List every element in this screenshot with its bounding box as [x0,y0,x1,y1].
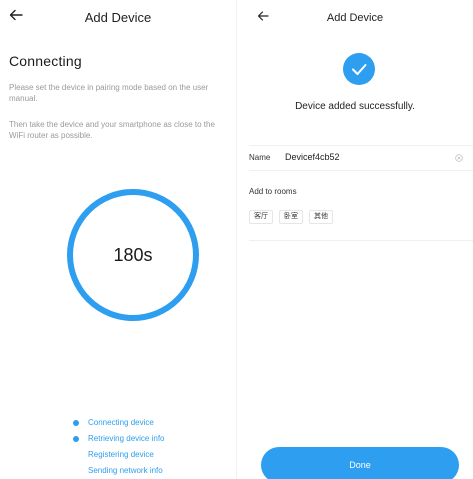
device-added-screen: Add Device Device added successfully. Na… [237,0,473,479]
room-chip-other[interactable]: 其他 [309,210,333,224]
step-label: Connecting device [88,418,154,427]
progress-steps: Connecting device Retrieving device info… [72,417,164,479]
router-hint: Then take the device and your smartphone… [9,120,215,140]
step-done-dot-icon [73,436,79,442]
step-connecting-device: Connecting device [72,417,164,433]
page-title: Add Device [326,12,384,24]
success-message: Device added successfully. [295,101,415,112]
pairing-hint: Please set the device in pairing mode ba… [9,83,209,103]
connecting-heading: Connecting [9,53,82,69]
device-name-input[interactable] [285,152,435,162]
step-label: Retrieving device info [88,434,165,443]
step-label: Registering device [88,450,154,459]
connecting-screen: Add Device Connecting Please set the dev… [0,0,236,479]
room-chip-bedroom[interactable]: 卧室 [279,210,303,224]
rooms-label: Add to rooms [249,187,297,196]
clear-circle-icon[interactable] [455,154,463,162]
step-done-dot-icon [73,420,79,426]
section-divider [249,240,473,241]
step-sending-network-info: Sending network info [72,465,164,479]
done-button[interactable]: Done [261,447,459,479]
name-label: Name [249,153,271,162]
step-label: Sending network info [88,466,163,475]
success-badge [343,53,375,85]
page-title: Add Device [84,10,152,25]
device-name-row: Name [249,145,473,171]
step-retrieving-info: Retrieving device info [72,433,164,449]
countdown-ring: 180s [66,188,200,322]
check-icon [352,64,367,75]
countdown-value: 180s [113,244,153,265]
room-chip-living-room[interactable]: 客厅 [249,210,273,224]
step-registering-device: Registering device [72,449,164,465]
room-chips: 客厅 卧室 其他 [249,210,339,224]
